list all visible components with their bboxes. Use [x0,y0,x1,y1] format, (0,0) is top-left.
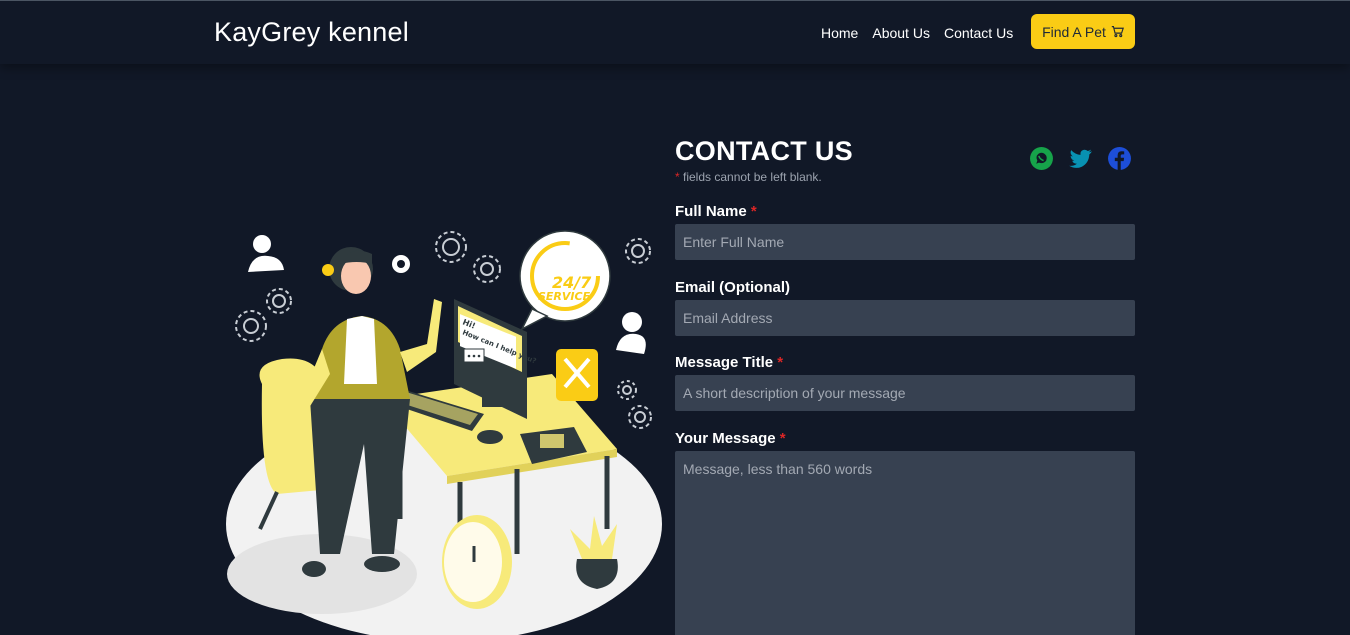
email-label: Email (Optional) [675,279,790,296]
customer-support-illustration: Hi! How can I help you? 24/7 SERVICE [226,230,662,635]
full-name-input[interactable] [675,224,1135,260]
nav-home-link[interactable]: Home [821,25,858,41]
full-name-label-text: Full Name [675,203,747,220]
message-title-label-text: Message Title [675,354,774,371]
bubble-service: SERVICE [538,290,591,303]
message-title-input[interactable] [675,375,1135,411]
message-textarea[interactable] [675,451,1135,635]
nav-about-link[interactable]: About Us [872,25,930,41]
brand-logo[interactable]: KayGrey kennel [214,17,409,48]
facebook-icon[interactable] [1107,146,1132,171]
find-a-pet-button[interactable]: Find A Pet [1031,14,1135,49]
nav-links: Home About Us Contact Us [821,25,1013,41]
cart-icon [1111,26,1124,38]
social-links [1029,146,1132,171]
required-fields-note: * fields cannot be left blank. [675,170,822,184]
find-a-pet-label: Find A Pet [1042,23,1106,40]
message-label-text: Your Message [675,430,776,447]
message-title-label: Message Title * [675,354,783,371]
message-label: Your Message * [675,430,786,447]
required-note-text: fields cannot be left blank. [679,170,822,184]
contact-title: CONTACT US [675,136,853,166]
message-required-mark: * [779,430,786,447]
nav-contact-link[interactable]: Contact Us [944,25,1013,41]
navbar: KayGrey kennel Home About Us Contact Us … [0,0,1350,64]
email-label-text: Email (Optional) [675,279,791,296]
full-name-required-mark: * [750,203,757,220]
email-input[interactable] [675,300,1135,336]
whatsapp-icon[interactable] [1029,146,1054,171]
twitter-icon[interactable] [1068,146,1093,171]
message-title-required-mark: * [777,354,784,371]
full-name-label: Full Name * [675,203,757,220]
